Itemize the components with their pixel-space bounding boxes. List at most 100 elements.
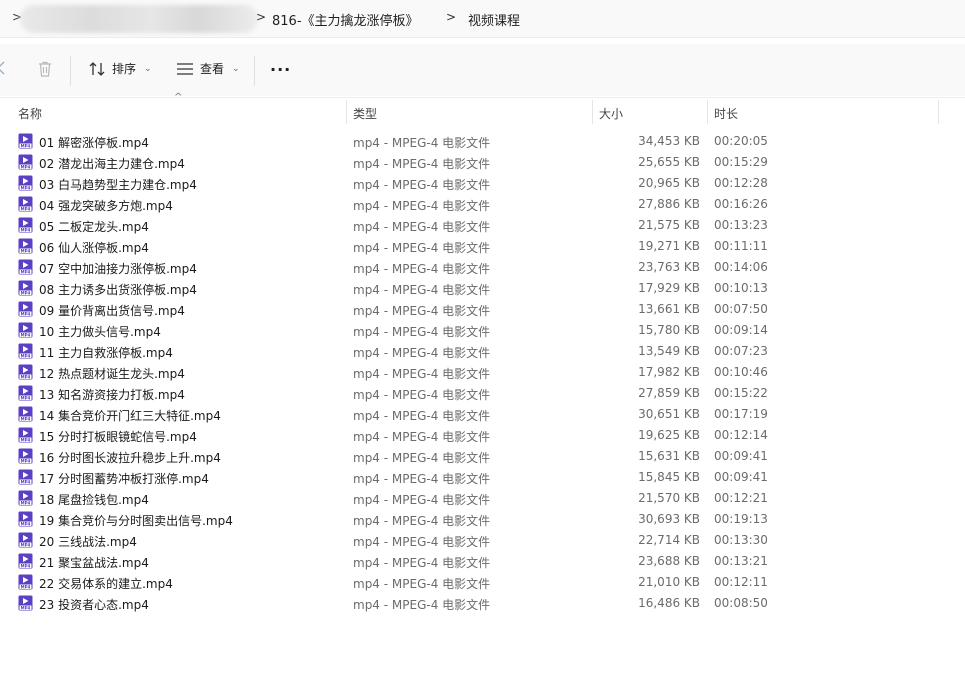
- svg-text:MP4: MP4: [21, 311, 31, 316]
- file-duration: 00:09:14: [714, 323, 768, 337]
- svg-text:MP4: MP4: [21, 164, 31, 169]
- address-bar[interactable]: > > 816-《主力擒龙涨停板》 > 视频课程: [0, 0, 965, 38]
- file-row[interactable]: MP4 18 尾盘捡钱包.mp4 mp4 - MPEG-4 电影文件 21,57…: [0, 488, 965, 509]
- file-row[interactable]: MP4 06 仙人涨停板.mp4 mp4 - MPEG-4 电影文件 19,27…: [0, 236, 965, 257]
- file-row[interactable]: MP4 02 潜龙出海主力建仓.mp4 mp4 - MPEG-4 电影文件 25…: [0, 152, 965, 173]
- file-row[interactable]: MP4 16 分时图长波拉升稳步上升.mp4 mp4 - MPEG-4 电影文件…: [0, 446, 965, 467]
- file-row[interactable]: MP4 21 聚宝盆战法.mp4 mp4 - MPEG-4 电影文件 23,68…: [0, 551, 965, 572]
- delete-icon[interactable]: [36, 60, 54, 78]
- file-name: 17 分时图蓄势冲板打涨停.mp4: [39, 472, 209, 486]
- mp4-file-icon: MP4: [18, 406, 33, 422]
- file-type: mp4 - MPEG-4 电影文件: [353, 241, 491, 255]
- file-type: mp4 - MPEG-4 电影文件: [353, 157, 491, 171]
- file-row[interactable]: MP4 07 空中加油接力涨停板.mp4 mp4 - MPEG-4 电影文件 2…: [0, 257, 965, 278]
- file-row[interactable]: MP4 03 白马趋势型主力建仓.mp4 mp4 - MPEG-4 电影文件 2…: [0, 173, 965, 194]
- file-size: 15,845 KB: [638, 470, 700, 484]
- file-name: 05 二板定龙头.mp4: [39, 220, 149, 234]
- column-divider[interactable]: [592, 100, 593, 124]
- file-size: 19,271 KB: [638, 239, 700, 253]
- file-size: 25,655 KB: [638, 155, 700, 169]
- mp4-file-icon: MP4: [18, 511, 33, 527]
- svg-text:MP4: MP4: [21, 248, 31, 253]
- file-type: mp4 - MPEG-4 电影文件: [353, 283, 491, 297]
- mp4-file-icon: MP4: [18, 469, 33, 485]
- breadcrumb-current[interactable]: 视频课程: [468, 10, 520, 29]
- file-row[interactable]: MP4 05 二板定龙头.mp4 mp4 - MPEG-4 电影文件 21,57…: [0, 215, 965, 236]
- file-duration: 00:11:11: [714, 239, 768, 253]
- file-row[interactable]: MP4 11 主力自救涨停板.mp4 mp4 - MPEG-4 电影文件 13,…: [0, 341, 965, 362]
- mp4-file-icon: MP4: [18, 280, 33, 296]
- file-duration: 00:09:41: [714, 449, 768, 463]
- svg-text:MP4: MP4: [21, 185, 31, 190]
- share-icon[interactable]: [0, 60, 8, 76]
- file-name: 23 投资者心态.mp4: [39, 598, 149, 612]
- toolbar-divider: [70, 56, 71, 86]
- file-row[interactable]: MP4 10 主力做头信号.mp4 mp4 - MPEG-4 电影文件 15,7…: [0, 320, 965, 341]
- svg-text:MP4: MP4: [21, 605, 31, 610]
- file-row[interactable]: MP4 23 投资者心态.mp4 mp4 - MPEG-4 电影文件 16,48…: [0, 593, 965, 614]
- file-row[interactable]: MP4 20 三线战法.mp4 mp4 - MPEG-4 电影文件 22,714…: [0, 530, 965, 551]
- column-size[interactable]: 大小: [599, 105, 623, 122]
- column-type[interactable]: 类型: [353, 105, 377, 122]
- column-duration[interactable]: 时长: [714, 105, 738, 122]
- file-duration: 00:15:29: [714, 155, 768, 169]
- file-row[interactable]: MP4 13 知名游资接力打板.mp4 mp4 - MPEG-4 电影文件 27…: [0, 383, 965, 404]
- file-row[interactable]: MP4 12 热点题材诞生龙头.mp4 mp4 - MPEG-4 电影文件 17…: [0, 362, 965, 383]
- file-name: 14 集合竞价开门红三大特征.mp4: [39, 409, 221, 423]
- view-icon: [177, 62, 193, 75]
- file-row[interactable]: MP4 22 交易体系的建立.mp4 mp4 - MPEG-4 电影文件 21,…: [0, 572, 965, 593]
- mp4-file-icon: MP4: [18, 427, 33, 443]
- file-row[interactable]: MP4 15 分时打板眼镜蛇信号.mp4 mp4 - MPEG-4 电影文件 1…: [0, 425, 965, 446]
- chevron-right-icon[interactable]: >: [446, 10, 456, 24]
- mp4-file-icon: MP4: [18, 574, 33, 590]
- file-size: 17,982 KB: [638, 365, 700, 379]
- file-name: 10 主力做头信号.mp4: [39, 325, 161, 339]
- mp4-file-icon: MP4: [18, 238, 33, 254]
- column-divider[interactable]: [346, 100, 347, 124]
- column-name[interactable]: 名称: [18, 105, 42, 122]
- file-type: mp4 - MPEG-4 电影文件: [353, 472, 491, 486]
- svg-text:MP4: MP4: [21, 374, 31, 379]
- sort-button[interactable]: 排序 ⌄: [88, 60, 152, 77]
- more-options-button[interactable]: ...: [270, 56, 291, 75]
- mp4-file-icon: MP4: [18, 217, 33, 233]
- file-name: 08 主力诱多出货涨停板.mp4: [39, 283, 197, 297]
- svg-text:MP4: MP4: [21, 584, 31, 589]
- file-name: 22 交易体系的建立.mp4: [39, 577, 173, 591]
- chevron-right-icon[interactable]: >: [256, 10, 266, 24]
- file-duration: 00:09:41: [714, 470, 768, 484]
- breadcrumb-folder[interactable]: 816-《主力擒龙涨停板》: [272, 10, 419, 29]
- file-type: mp4 - MPEG-4 电影文件: [353, 514, 491, 528]
- file-row[interactable]: MP4 09 量价背离出货信号.mp4 mp4 - MPEG-4 电影文件 13…: [0, 299, 965, 320]
- file-type: mp4 - MPEG-4 电影文件: [353, 262, 491, 276]
- svg-text:MP4: MP4: [21, 500, 31, 505]
- file-row[interactable]: MP4 19 集合竞价与分时图卖出信号.mp4 mp4 - MPEG-4 电影文…: [0, 509, 965, 530]
- file-row[interactable]: MP4 04 强龙突破多方炮.mp4 mp4 - MPEG-4 电影文件 27,…: [0, 194, 965, 215]
- view-button[interactable]: 查看 ⌄: [176, 60, 240, 77]
- file-row[interactable]: MP4 08 主力诱多出货涨停板.mp4 mp4 - MPEG-4 电影文件 1…: [0, 278, 965, 299]
- file-name: 02 潜龙出海主力建仓.mp4: [39, 157, 185, 171]
- file-name: 15 分时打板眼镜蛇信号.mp4: [39, 430, 197, 444]
- svg-text:MP4: MP4: [21, 353, 31, 358]
- file-name: 21 聚宝盆战法.mp4: [39, 556, 149, 570]
- svg-text:MP4: MP4: [21, 143, 31, 148]
- svg-text:MP4: MP4: [21, 437, 31, 442]
- chevron-down-icon: ⌄: [232, 63, 240, 74]
- file-row[interactable]: MP4 01 解密涨停板.mp4 mp4 - MPEG-4 电影文件 34,45…: [0, 131, 965, 152]
- file-size: 23,688 KB: [638, 554, 700, 568]
- file-size: 21,575 KB: [638, 218, 700, 232]
- file-name: 12 热点题材诞生龙头.mp4: [39, 367, 185, 381]
- file-duration: 00:13:30: [714, 533, 768, 547]
- sort-icon: [89, 61, 105, 76]
- file-name: 13 知名游资接力打板.mp4: [39, 388, 185, 402]
- file-type: mp4 - MPEG-4 电影文件: [353, 556, 491, 570]
- column-divider[interactable]: [707, 100, 708, 124]
- file-duration: 00:13:23: [714, 218, 768, 232]
- column-divider[interactable]: [938, 100, 939, 124]
- mp4-file-icon: MP4: [18, 259, 33, 275]
- file-size: 30,651 KB: [638, 407, 700, 421]
- file-row[interactable]: MP4 17 分时图蓄势冲板打涨停.mp4 mp4 - MPEG-4 电影文件 …: [0, 467, 965, 488]
- file-duration: 00:19:13: [714, 512, 768, 526]
- file-row[interactable]: MP4 14 集合竞价开门红三大特征.mp4 mp4 - MPEG-4 电影文件…: [0, 404, 965, 425]
- file-type: mp4 - MPEG-4 电影文件: [353, 178, 491, 192]
